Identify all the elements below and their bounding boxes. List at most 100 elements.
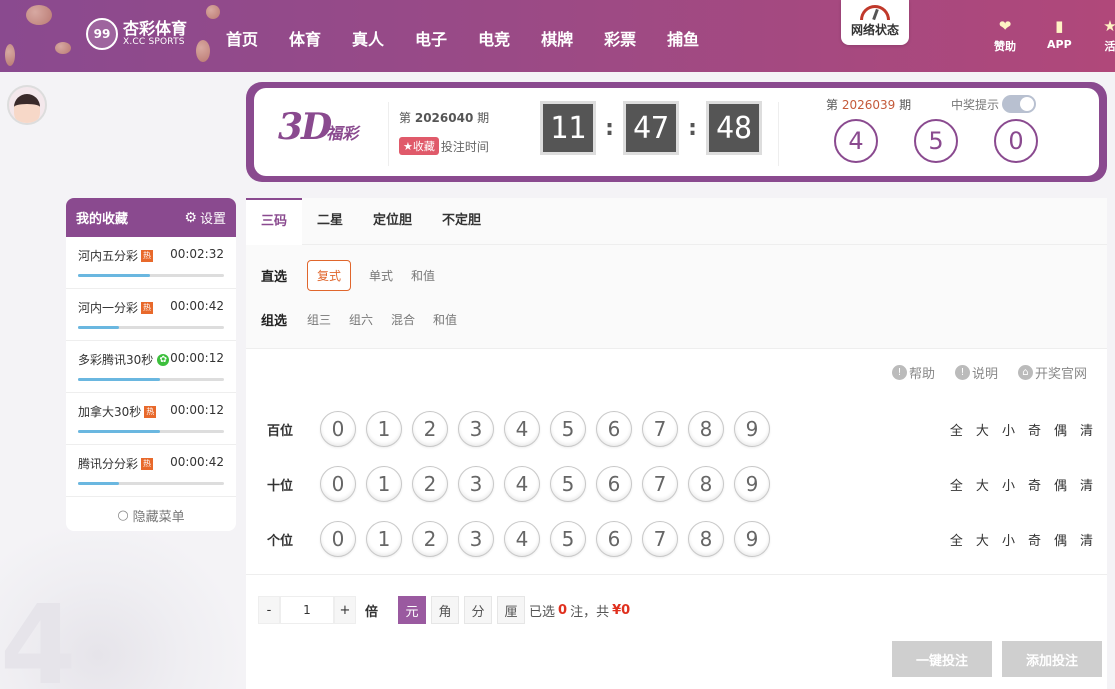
win-reminder-toggle[interactable]	[1002, 95, 1037, 113]
favorite-button[interactable]: ★收藏	[399, 137, 439, 155]
number-ball[interactable]: 8	[688, 521, 724, 557]
lottery-logo-main: 3D	[278, 106, 332, 148]
nav-live-casino[interactable]: 真人	[352, 26, 384, 50]
nav-sports[interactable]: 体育	[289, 26, 321, 50]
quick-select-button[interactable]: 小	[1002, 420, 1015, 439]
quick-select-button[interactable]: 全	[950, 475, 963, 494]
countdown-seconds: 48	[706, 101, 762, 155]
network-status-button[interactable]: 网络状态	[841, 0, 909, 45]
favorite-countdown: 00:00:42	[170, 299, 224, 313]
nav-lottery[interactable]: 彩票	[604, 26, 636, 50]
nav-chess-cards[interactable]: 棋牌	[541, 26, 573, 50]
number-ball[interactable]: 1	[366, 466, 402, 502]
group-play-row: 组选 组三 组六 混合 和值	[246, 305, 1107, 333]
help-link[interactable]: ! 帮助	[891, 363, 935, 382]
play-option-group6[interactable]: 组六	[349, 306, 373, 333]
play-option-group3[interactable]: 组三	[307, 306, 331, 333]
tab-position[interactable]: 定位胆	[358, 198, 427, 245]
result-ball: 5	[914, 119, 958, 163]
add-bet-button[interactable]: 添加投注	[1002, 641, 1102, 677]
number-ball[interactable]: 3	[458, 466, 494, 502]
quick-select-button[interactable]: 大	[976, 530, 989, 549]
unit-jiao-button[interactable]: 角	[431, 596, 460, 624]
number-ball[interactable]: 8	[688, 411, 724, 447]
number-ball[interactable]: 6	[596, 411, 632, 447]
nav-slots[interactable]: 电子	[415, 26, 447, 50]
number-ball[interactable]: 9	[734, 466, 770, 502]
quick-select-button[interactable]: 大	[976, 420, 989, 439]
number-ball[interactable]: 5	[550, 521, 586, 557]
play-option-single[interactable]: 单式	[369, 262, 393, 289]
nav-esports[interactable]: 电竞	[478, 26, 510, 50]
number-ball[interactable]: 8	[688, 466, 724, 502]
quick-select-button[interactable]: 全	[950, 530, 963, 549]
avatar[interactable]	[7, 85, 47, 125]
number-ball[interactable]: 5	[550, 466, 586, 502]
number-ball[interactable]: 6	[596, 521, 632, 557]
quick-select-button[interactable]: 奇	[1028, 420, 1041, 439]
activity-button[interactable]: ★ 活	[1101, 17, 1115, 54]
nav-home[interactable]: 首页	[226, 26, 258, 50]
quick-select-button[interactable]: 奇	[1028, 475, 1041, 494]
play-option-sum[interactable]: 和值	[411, 262, 435, 289]
favorite-lottery-item[interactable]: 河内一分彩热 00:00:42	[66, 289, 236, 341]
quick-select-button[interactable]: 奇	[1028, 530, 1041, 549]
number-ball[interactable]: 7	[642, 411, 678, 447]
multiplier-input[interactable]	[280, 596, 334, 624]
number-ball[interactable]: 2	[412, 411, 448, 447]
quick-select-button[interactable]: 清	[1080, 420, 1093, 439]
quick-select-button[interactable]: 偶	[1054, 530, 1067, 549]
favorite-lottery-item[interactable]: 加拿大30秒热 00:00:12	[66, 393, 236, 445]
number-ball[interactable]: 6	[596, 466, 632, 502]
favorites-settings-button[interactable]: ⚙ 设置	[184, 208, 226, 228]
unit-fen-button[interactable]: 分	[464, 596, 493, 624]
unit-yuan-button[interactable]: 元	[398, 596, 427, 624]
play-option-mixed[interactable]: 混合	[391, 306, 415, 333]
instructions-link[interactable]: ! 说明	[954, 363, 998, 382]
favorite-lottery-item[interactable]: 腾讯分分彩热 00:00:42	[66, 445, 236, 497]
quick-select-button[interactable]: 全	[950, 420, 963, 439]
quick-select-button[interactable]: 偶	[1054, 420, 1067, 439]
number-ball[interactable]: 9	[734, 521, 770, 557]
official-site-link[interactable]: ⌂ 开奖官网	[1017, 363, 1087, 382]
number-ball[interactable]: 3	[458, 411, 494, 447]
number-ball[interactable]: 7	[642, 521, 678, 557]
number-ball[interactable]: 0	[320, 466, 356, 502]
position-label: 十位	[267, 478, 294, 494]
unit-li-button[interactable]: 厘	[497, 596, 526, 624]
quick-select-button[interactable]: 清	[1080, 530, 1093, 549]
number-ball[interactable]: 5	[550, 411, 586, 447]
tab-two-star[interactable]: 二星	[302, 198, 358, 245]
one-click-bet-button[interactable]: 一键投注	[892, 641, 992, 677]
quick-select-button[interactable]: 小	[1002, 530, 1015, 549]
number-ball[interactable]: 3	[458, 521, 494, 557]
app-button[interactable]: ▮ APP	[1047, 17, 1072, 51]
quick-select-button[interactable]: 偶	[1054, 475, 1067, 494]
multiplier-increase-button[interactable]: +	[334, 596, 356, 624]
number-ball[interactable]: 4	[504, 466, 540, 502]
play-option-group-sum[interactable]: 和值	[433, 306, 457, 333]
quick-select-button[interactable]: 清	[1080, 475, 1093, 494]
number-ball[interactable]: 0	[320, 521, 356, 557]
number-ball[interactable]: 0	[320, 411, 356, 447]
number-ball[interactable]: 7	[642, 466, 678, 502]
site-logo[interactable]: 99 杏彩体育 X.CC SPORTS	[86, 18, 187, 50]
number-ball[interactable]: 2	[412, 466, 448, 502]
play-option-compound[interactable]: 复式	[307, 259, 352, 291]
tab-three-digit[interactable]: 三码	[246, 198, 303, 245]
number-ball[interactable]: 1	[366, 411, 402, 447]
nav-fishing[interactable]: 捕鱼	[667, 26, 699, 50]
number-ball[interactable]: 4	[504, 411, 540, 447]
hide-menu-button[interactable]: ○ 隐藏菜单	[66, 497, 236, 531]
number-ball[interactable]: 1	[366, 521, 402, 557]
number-ball[interactable]: 9	[734, 411, 770, 447]
multiplier-decrease-button[interactable]: -	[258, 596, 280, 624]
favorite-lottery-item[interactable]: 多彩腾讯30秒 ✿ 00:00:12	[66, 341, 236, 393]
sponsor-button[interactable]: ❤ 赞助	[994, 17, 1016, 54]
tab-no-position[interactable]: 不定胆	[427, 198, 496, 245]
quick-select-button[interactable]: 小	[1002, 475, 1015, 494]
number-ball[interactable]: 2	[412, 521, 448, 557]
favorite-lottery-item[interactable]: 河内五分彩热 00:02:32	[66, 237, 236, 289]
quick-select-button[interactable]: 大	[976, 475, 989, 494]
number-ball[interactable]: 4	[504, 521, 540, 557]
